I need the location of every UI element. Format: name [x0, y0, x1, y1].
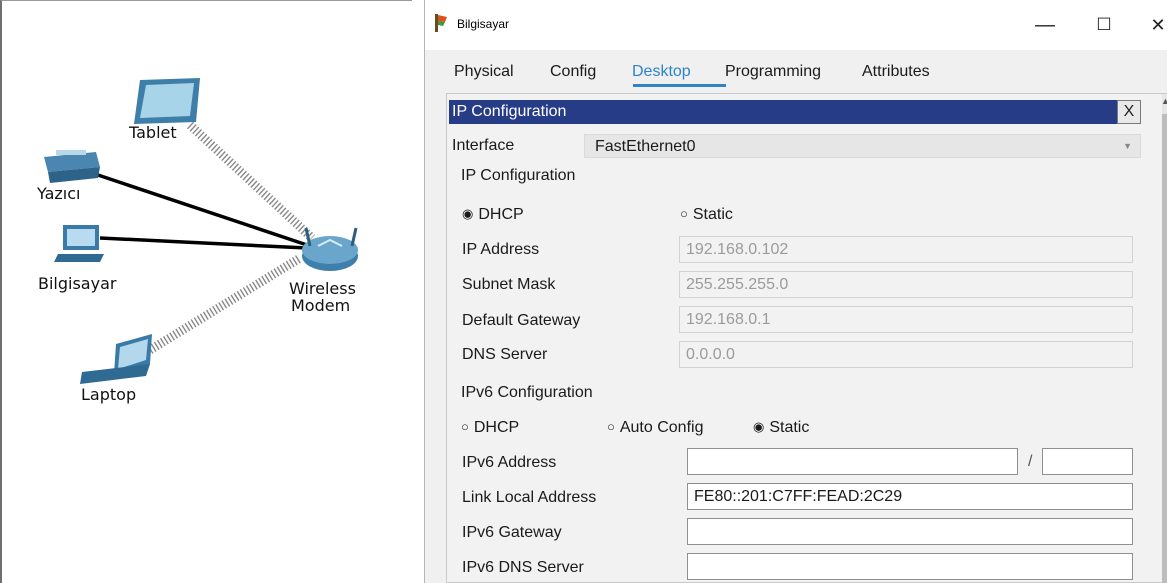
radio-unselected-icon: ○	[461, 419, 469, 434]
ipv4-static-radio[interactable]: ○ Static	[680, 206, 733, 224]
printer-icon	[44, 150, 100, 183]
panel-header-title: IP Configuration	[452, 103, 567, 120]
radio-selected-icon: ◉	[462, 206, 474, 221]
tab-programming[interactable]: Programming	[725, 56, 821, 86]
link-local-address-label: Link Local Address	[462, 489, 597, 506]
scrollbar-thumb[interactable]	[1162, 114, 1167, 583]
ipv4-section-title: IP Configuration	[461, 167, 576, 184]
computer-label: Bilgisayar	[38, 274, 117, 293]
subnet-mask-field[interactable]: 255.255.255.0	[679, 271, 1133, 298]
link-local-address-field[interactable]: FE80::201:C7FF:FEAD:2C29	[687, 483, 1133, 510]
panel-close-button[interactable]: X	[1117, 100, 1141, 124]
default-gateway-label: Default Gateway	[462, 312, 581, 329]
scroll-up-icon[interactable]: ▲	[1161, 96, 1167, 106]
wireless-link-tablet	[186, 121, 316, 242]
ipv6-prefix-field[interactable]	[1042, 448, 1133, 475]
ipv6-address-field[interactable]	[687, 448, 1018, 475]
interface-value: FastEthernet0	[595, 138, 696, 155]
topology-canvas[interactable]: Tablet Yazıcı Bilgisayar Wireless Modem …	[0, 0, 412, 583]
packet-tracer-icon	[435, 14, 447, 32]
active-tab-indicator	[633, 84, 726, 87]
dns-server-label: DNS Server	[462, 346, 548, 363]
close-window-button[interactable]: ✕	[1143, 10, 1167, 40]
device-window: Bilgisayar — ☐ ✕ Physical Config Desktop…	[424, 0, 1167, 583]
ipv6-dns-server-field[interactable]	[687, 553, 1133, 580]
ipv4-dhcp-radio[interactable]: ◉ DHCP	[462, 206, 524, 224]
panel-header: IP Configuration	[449, 100, 1117, 124]
ipv6-auto-config-radio[interactable]: ○ Auto Config	[607, 419, 703, 437]
ipv6-address-label: IPv6 Address	[462, 454, 557, 471]
default-gateway-field[interactable]: 192.168.0.1	[679, 306, 1133, 333]
interface-row: Interface FastEthernet0 ▼	[449, 134, 1141, 158]
radio-selected-icon: ◉	[753, 419, 765, 434]
laptop-label: Laptop	[81, 385, 137, 404]
ipv6-section-title: IPv6 Configuration	[461, 384, 593, 401]
maximize-button[interactable]: ☐	[1089, 10, 1119, 40]
ipv6-dhcp-radio[interactable]: ○ DHCP	[461, 419, 519, 437]
window-title: Bilgisayar	[457, 17, 510, 31]
tab-attributes[interactable]: Attributes	[862, 56, 930, 86]
wireless-link-laptop	[147, 254, 303, 354]
ipv6-dns-server-label: IPv6 DNS Server	[462, 559, 584, 576]
tab-physical[interactable]: Physical	[454, 56, 514, 86]
minimize-button[interactable]: —	[1030, 10, 1060, 40]
tablet-label: Tablet	[129, 123, 177, 142]
tab-desktop[interactable]: Desktop	[632, 56, 691, 86]
interface-label: Interface	[452, 137, 515, 154]
wired-link-computer	[99, 236, 308, 250]
ipv6-gateway-field[interactable]	[687, 518, 1133, 545]
tablet-icon	[134, 78, 200, 124]
tab-config[interactable]: Config	[550, 56, 596, 86]
ipv6-static-radio[interactable]: ◉ Static	[753, 419, 809, 437]
chevron-down-icon: ▼	[1123, 141, 1132, 151]
printer-label: Yazıcı	[37, 184, 81, 203]
ip-address-field[interactable]: 192.168.0.102	[679, 236, 1133, 263]
dns-server-field[interactable]: 0.0.0.0	[679, 341, 1133, 368]
computer-icon	[54, 225, 104, 262]
ip-address-label: IP Address	[462, 241, 540, 258]
radio-unselected-icon: ○	[680, 206, 688, 221]
ipv6-gateway-label: IPv6 Gateway	[462, 524, 562, 541]
radio-unselected-icon: ○	[607, 419, 615, 434]
ip-configuration-panel: IP Configuration X ▲ Interface FastEther…	[446, 93, 1167, 583]
vertical-scrollbar[interactable]: ▲	[1161, 94, 1167, 583]
modem-label-line2: Modem	[291, 296, 351, 315]
prefix-separator: /	[1028, 453, 1033, 470]
interface-select[interactable]: FastEthernet0 ▼	[584, 134, 1141, 158]
title-bar[interactable]: Bilgisayar — ☐ ✕	[425, 0, 1167, 50]
laptop-icon	[80, 334, 152, 384]
subnet-mask-label: Subnet Mask	[462, 276, 556, 293]
